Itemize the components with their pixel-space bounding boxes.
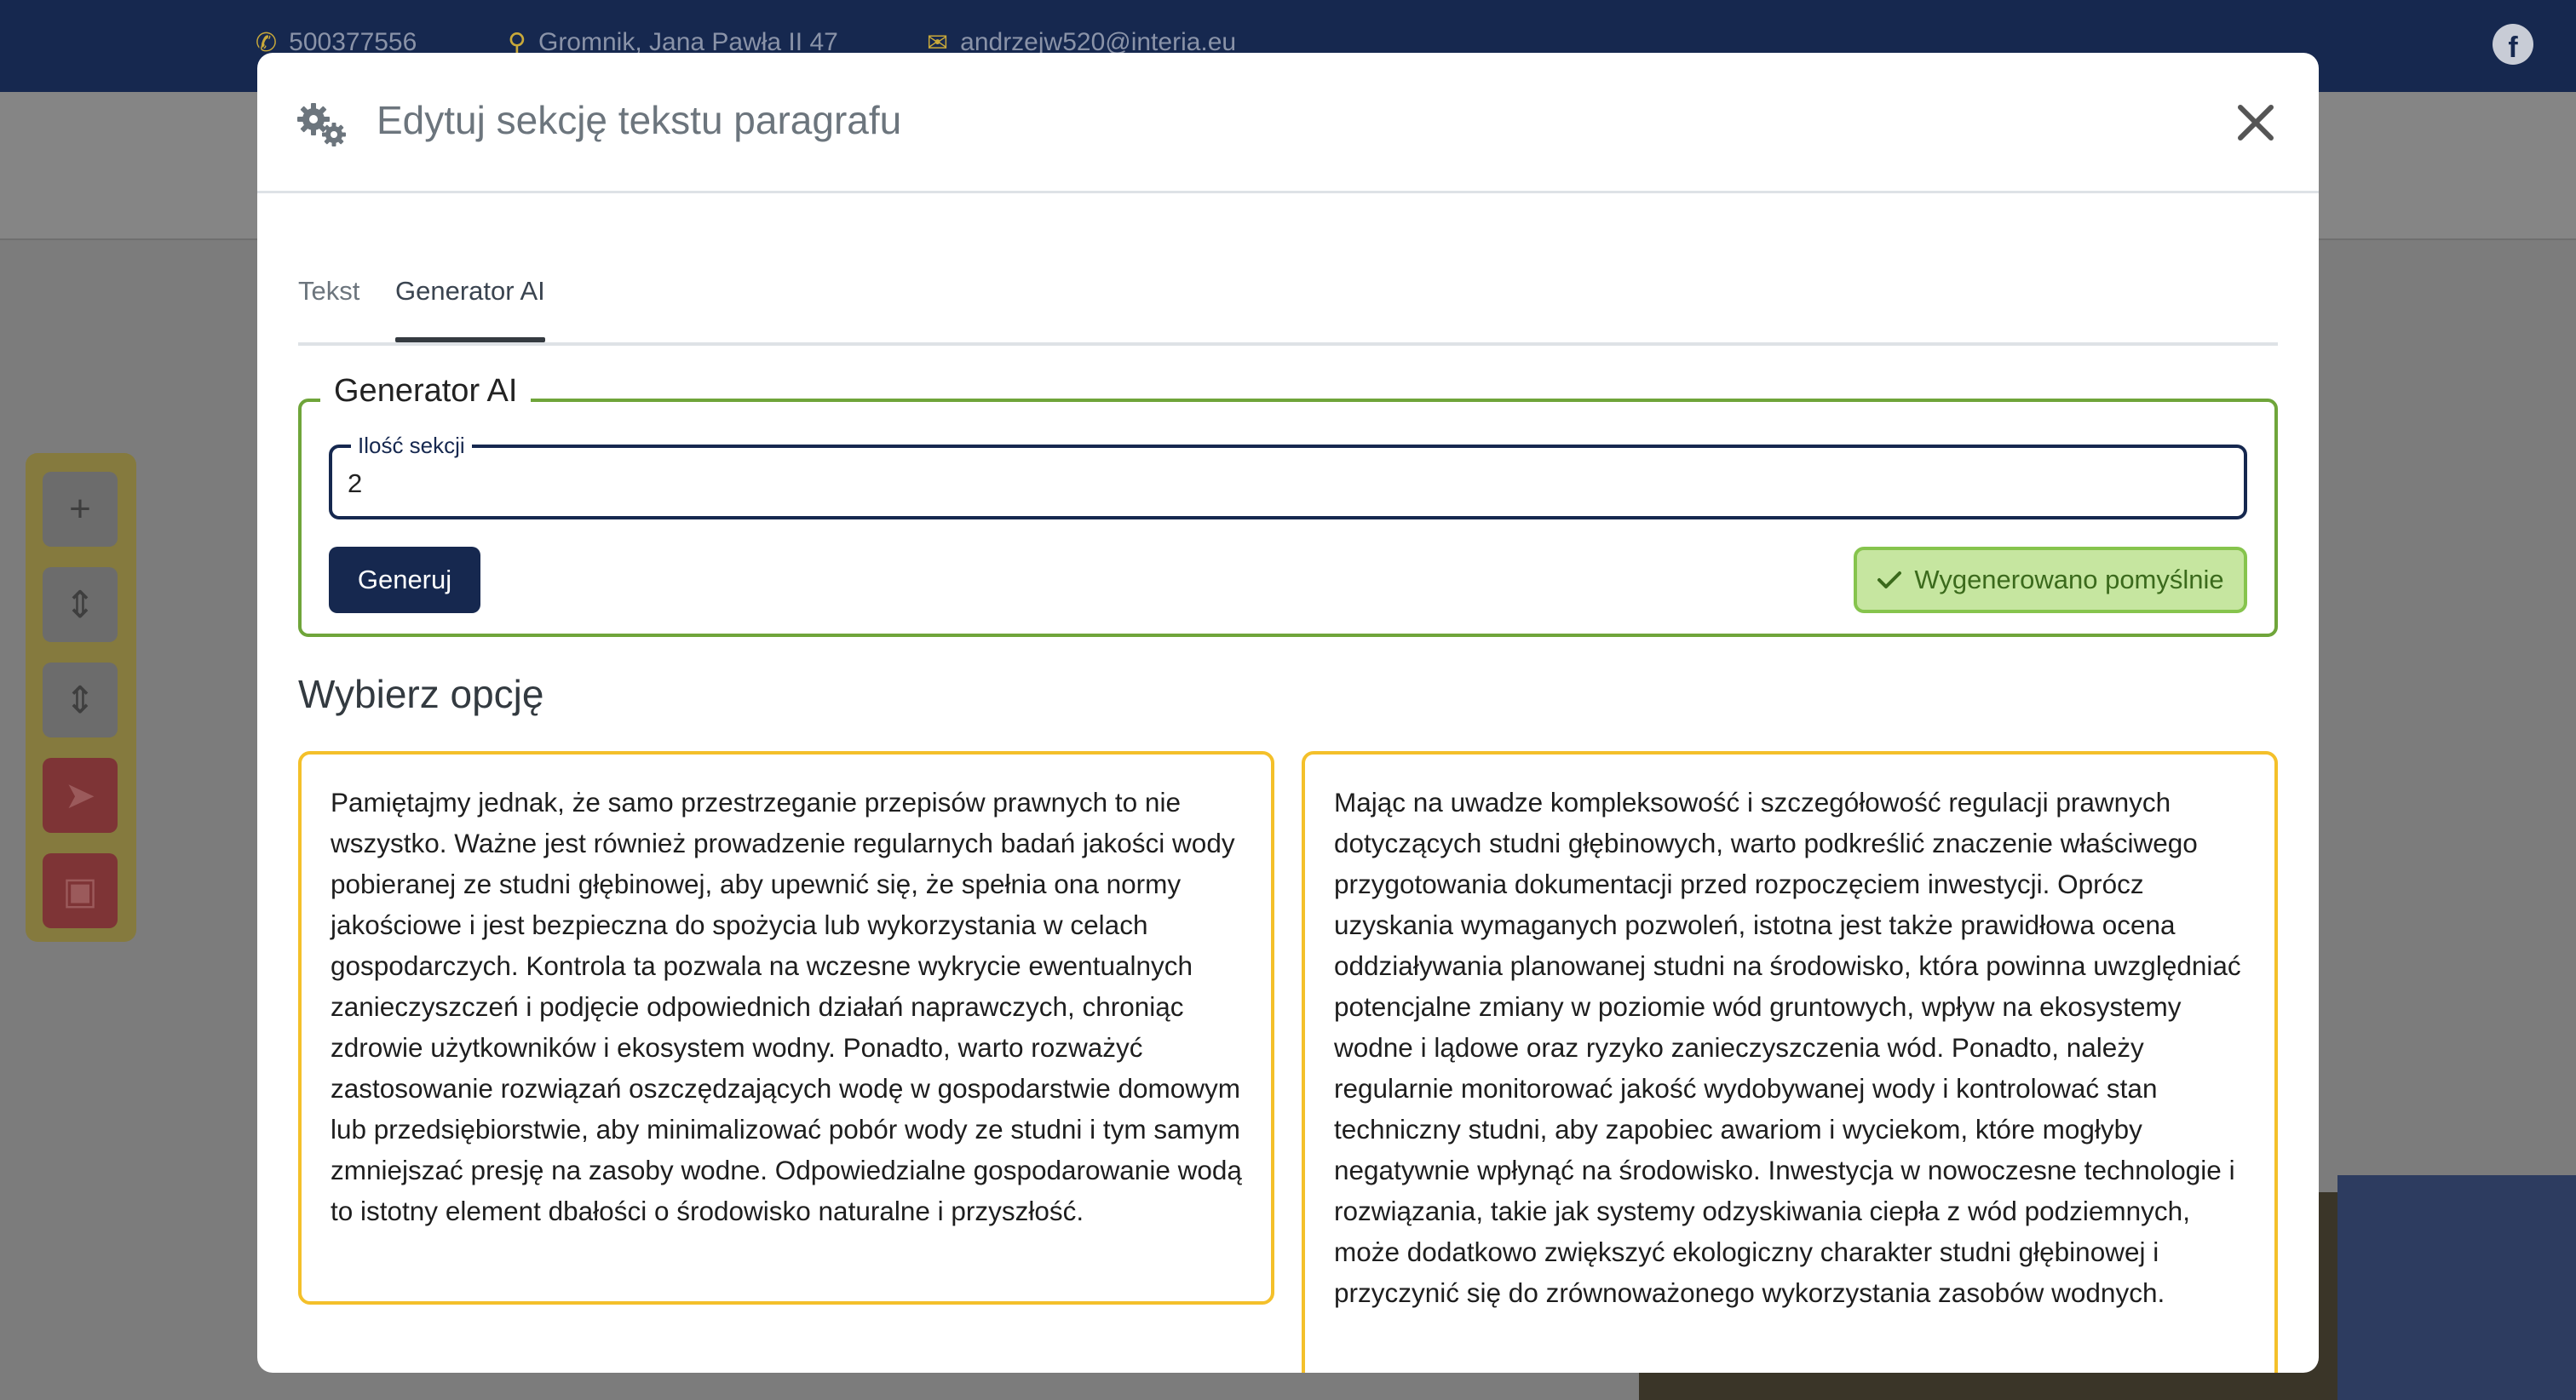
gears-icon [297, 103, 346, 146]
option-text-1: Pamiętajmy jednak, że samo przestrzegani… [331, 787, 1242, 1226]
send-icon[interactable]: ➤ [43, 758, 118, 833]
section-count-field[interactable]: Ilość sekcji [329, 433, 2247, 519]
trash-icon[interactable]: ▣ [43, 853, 118, 928]
section-count-label: Ilość sekcji [351, 433, 472, 459]
background-image-edge [2337, 1175, 2576, 1400]
option-text-2: Mając na uwadze kompleksowość i szczegół… [1334, 787, 2241, 1308]
modal-title: Edytuj sekcję tekstu paragrafu [377, 98, 902, 142]
tab-generator-ai[interactable]: Generator AI [395, 261, 545, 342]
modal-header: Edytuj sekcję tekstu paragrafu [257, 53, 2319, 193]
facebook-icon[interactable]: f [2493, 24, 2533, 65]
options-heading: Wybierz opcję [298, 672, 544, 716]
generator-fieldset: Generator AI Ilość sekcji Generuj Wygene… [298, 373, 2278, 637]
modal-tabs: Tekst Generator AI [298, 261, 2278, 346]
section-count-input[interactable] [348, 465, 2222, 502]
tab-text[interactable]: Tekst [298, 261, 359, 339]
generate-button[interactable]: Generuj [329, 547, 480, 613]
edit-section-modal: Edytuj sekcję tekstu paragrafu Tekst Gen… [257, 53, 2319, 1373]
status-text: Wygenerowano pomyślnie [1914, 565, 2224, 594]
check-icon [1877, 571, 1902, 588]
editor-side-toolbar: + ⇕ ⇕ ➤ ▣ [26, 453, 136, 942]
close-icon[interactable] [2234, 100, 2278, 145]
generator-legend: Generator AI [320, 373, 532, 410]
status-badge: Wygenerowano pomyślnie [1854, 547, 2247, 613]
option-card-2[interactable]: Mając na uwadze kompleksowość i szczegół… [1302, 751, 2278, 1373]
sort-up-icon[interactable]: ⇕ [43, 663, 118, 737]
sort-down-icon[interactable]: ⇕ [43, 567, 118, 642]
option-card-1[interactable]: Pamiętajmy jednak, że samo przestrzegani… [298, 751, 1274, 1305]
plus-icon[interactable]: + [43, 472, 118, 547]
